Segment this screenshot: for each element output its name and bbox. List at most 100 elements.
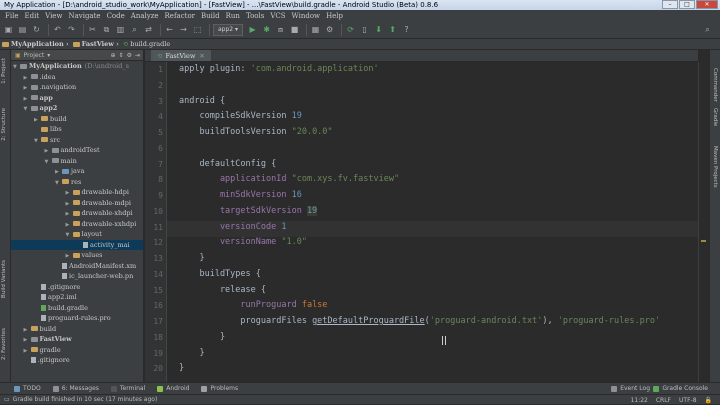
tree-item[interactable]: ▶ androidTest	[11, 145, 143, 156]
project-structure-icon[interactable]: ▦	[310, 24, 321, 35]
open-icon[interactable]: ▣	[3, 24, 14, 35]
minimize-button[interactable]: –	[662, 0, 678, 9]
menu-item-refactor[interactable]: Refactor	[162, 12, 198, 20]
tool-tab-favorites[interactable]: 2: Favorites	[1, 328, 7, 360]
build-icon[interactable]: ⬚	[192, 24, 203, 35]
tree-item[interactable]: proguard-rules.pro	[11, 313, 143, 324]
run-configuration-select[interactable]: app2 ▾	[213, 23, 244, 36]
tool-tab-maven[interactable]: Maven Projects	[712, 146, 718, 188]
breadcrumb-item[interactable]: ⟲ build.gradle	[123, 40, 170, 48]
tool-tab-messages[interactable]: 6: Messages	[52, 385, 99, 392]
line-separator[interactable]: CRLF	[656, 397, 671, 404]
search-everywhere-icon[interactable]: ⌕	[702, 24, 713, 35]
target-icon[interactable]: ⊕	[111, 52, 116, 59]
redo-icon[interactable]: ↷	[66, 24, 77, 35]
file-encoding[interactable]: UTF-8	[679, 397, 697, 404]
breadcrumb-item[interactable]: MyApplication ›	[2, 40, 69, 48]
gradle-sync-icon[interactable]: ⟳	[345, 24, 356, 35]
code-editor[interactable]: apply plugin: 'com.android.application' a…	[167, 62, 698, 382]
warning-marker[interactable]	[701, 240, 706, 242]
attach-debugger-icon[interactable]: ⧈	[275, 24, 286, 35]
tool-tab-build-variants[interactable]: Build Variants	[1, 260, 7, 298]
debug-icon[interactable]: ✱	[261, 24, 272, 35]
menu-item-vcs[interactable]: VCS	[267, 12, 288, 20]
editor-error-stripe[interactable]	[698, 62, 707, 382]
tool-tab-commander[interactable]: Commander	[712, 68, 718, 102]
sync-icon[interactable]: ↻	[31, 24, 42, 35]
help-icon[interactable]: ?	[401, 24, 412, 35]
tool-tab-gradle-console[interactable]: Gradle Console	[653, 385, 708, 392]
sdk-manager-icon[interactable]: ⬇	[373, 24, 384, 35]
gear-icon[interactable]: ⚙	[127, 52, 132, 59]
maximize-button[interactable]: □	[679, 0, 695, 9]
tree-item[interactable]: activity_mai	[11, 239, 143, 250]
caret-position[interactable]: 11:22	[631, 397, 648, 404]
tree-item[interactable]: ▶ build	[11, 114, 143, 125]
tool-tab-todo[interactable]: TODO	[14, 385, 41, 392]
hide-icon[interactable]: ⇥	[135, 52, 140, 59]
tree-item[interactable]: ▶ gradle	[11, 345, 143, 356]
copy-icon[interactable]: ⧉	[101, 24, 112, 35]
tool-tab-problems[interactable]: Problems	[201, 385, 238, 392]
tree-item[interactable]: build.gradle	[11, 303, 143, 314]
tool-tab-structure[interactable]: 2: Structure	[1, 108, 7, 141]
menu-item-window[interactable]: Window	[289, 12, 324, 20]
tree-item[interactable]: ▶ drawable-xhdpi	[11, 208, 143, 219]
menu-item-run[interactable]: Run	[223, 12, 243, 20]
chevron-down-icon[interactable]: ▾	[47, 52, 50, 59]
tree-item[interactable]: AndroidManifest.xm	[11, 261, 143, 272]
run-icon[interactable]: ▶	[247, 24, 258, 35]
tree-item[interactable]: ▶ drawable-mdpi	[11, 198, 143, 209]
menu-item-edit[interactable]: Edit	[21, 12, 42, 20]
menu-item-file[interactable]: File	[2, 12, 21, 20]
tool-tab-android[interactable]: Android	[157, 385, 189, 392]
replace-icon[interactable]: ⇄	[143, 24, 154, 35]
save-all-icon[interactable]: ▤	[17, 24, 28, 35]
tree-item[interactable]: ▼ main	[11, 156, 143, 167]
tree-item[interactable]: ▼ layout	[11, 229, 143, 240]
tree-item[interactable]: ▼ MyApplication (D:\android_s	[11, 61, 143, 72]
menu-item-code[interactable]: Code	[104, 12, 128, 20]
collapse-all-icon[interactable]: ⇕	[119, 52, 124, 59]
tool-tab-project[interactable]: 1: Project	[1, 58, 7, 84]
menu-item-view[interactable]: View	[42, 12, 65, 20]
android-monitor-icon[interactable]: ⬆	[387, 24, 398, 35]
editor-tab[interactable]: ⟲ FastView ✕	[151, 50, 211, 61]
tree-item[interactable]: ▶ FastView	[11, 334, 143, 345]
settings-icon[interactable]: ⚙	[324, 24, 335, 35]
tree-item[interactable]: ▶ java	[11, 166, 143, 177]
find-icon[interactable]: ⌕	[129, 24, 140, 35]
tree-item[interactable]: ▼ app2	[11, 103, 143, 114]
close-button[interactable]: ✕	[696, 0, 718, 9]
tool-tab-terminal[interactable]: Terminal	[110, 385, 145, 392]
tree-item[interactable]: ▼ src	[11, 135, 143, 146]
close-tab-icon[interactable]: ✕	[199, 52, 204, 60]
lock-icon[interactable]: 🔓	[705, 397, 712, 404]
tree-item[interactable]: .gitignore	[11, 282, 143, 293]
menu-item-navigate[interactable]: Navigate	[65, 12, 103, 20]
tree-item[interactable]: ▶ drawable-xxhdpi	[11, 219, 143, 230]
tree-item[interactable]: ▶ values	[11, 250, 143, 261]
tool-tab-event-log[interactable]: Event Log	[611, 385, 650, 392]
tree-item[interactable]: ic_launcher-web.pn	[11, 271, 143, 282]
tree-item[interactable]: .gitignore	[11, 355, 143, 366]
project-view-select[interactable]: Project	[24, 52, 45, 59]
tree-item[interactable]: ▶ .navigation	[11, 82, 143, 93]
status-toggle-icon[interactable]: ▭	[4, 396, 10, 403]
tree-item[interactable]: ▶ .idea	[11, 72, 143, 83]
menu-item-help[interactable]: Help	[323, 12, 346, 20]
breadcrumb-item[interactable]: FastView ›	[72, 40, 119, 48]
tree-item[interactable]: app2.iml	[11, 292, 143, 303]
back-icon[interactable]: ←	[164, 24, 175, 35]
menu-item-analyze[interactable]: Analyze	[128, 12, 162, 20]
menu-item-tools[interactable]: Tools	[243, 12, 267, 20]
tree-item[interactable]: ▶ app	[11, 93, 143, 104]
tree-item[interactable]: ▼ res	[11, 177, 143, 188]
stop-icon[interactable]: ■	[289, 24, 300, 35]
tool-tab-gradle[interactable]: Gradle	[712, 108, 718, 126]
tree-item[interactable]: ▶ drawable-hdpi	[11, 187, 143, 198]
forward-icon[interactable]: →	[178, 24, 189, 35]
menu-item-build[interactable]: Build	[198, 12, 223, 20]
paste-icon[interactable]: ▥	[115, 24, 126, 35]
avd-manager-icon[interactable]: ▯	[359, 24, 370, 35]
